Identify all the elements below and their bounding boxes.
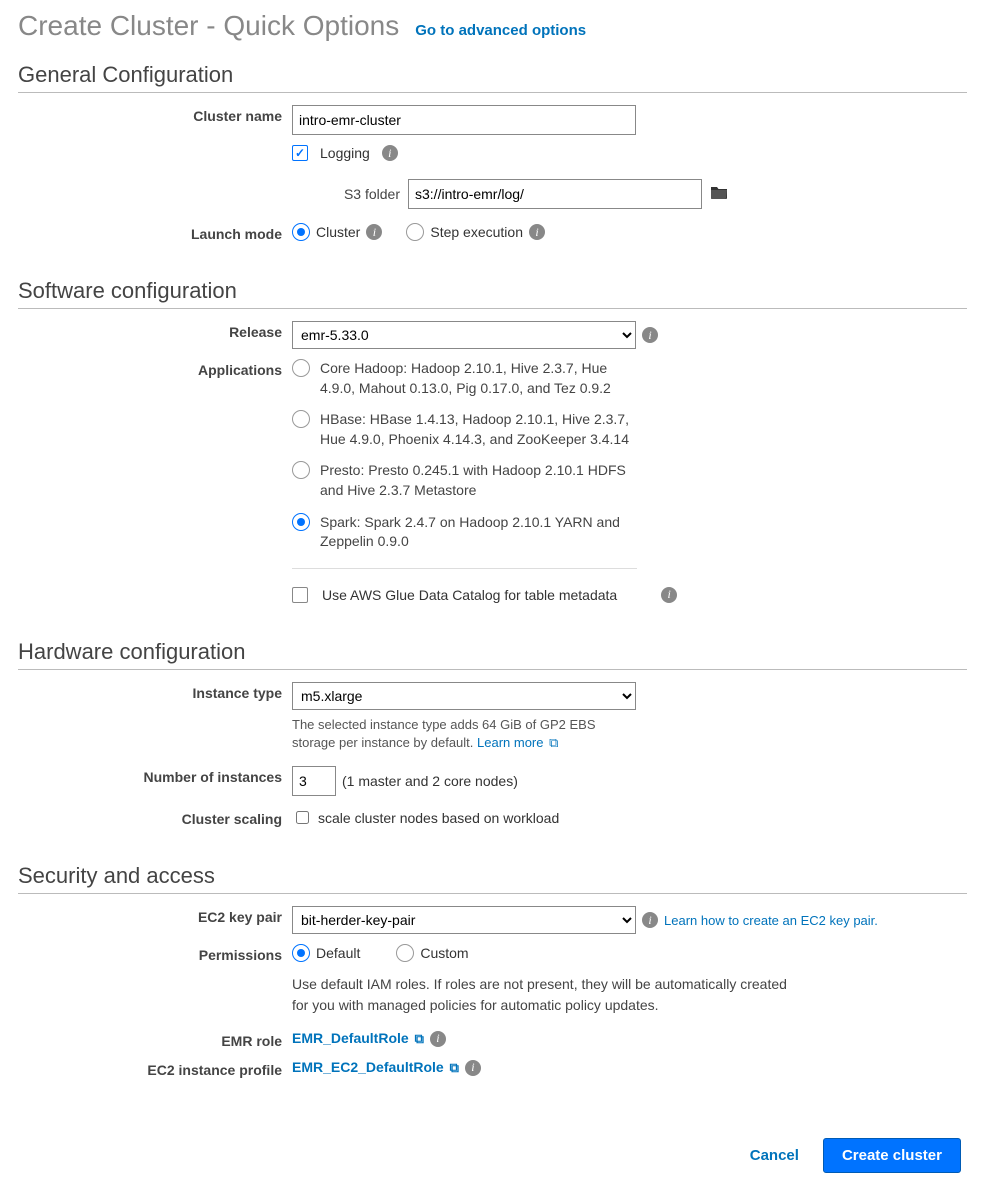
instance-type-hint: The selected instance type adds 64 GiB o… xyxy=(292,716,622,752)
ec2-profile-label: EC2 instance profile xyxy=(18,1059,292,1078)
release-select[interactable]: emr-5.33.0 xyxy=(292,321,636,349)
launch-mode-label: Launch mode xyxy=(18,223,292,242)
permissions-desc: Use default IAM roles. If roles are not … xyxy=(292,974,792,1016)
section-security: Security and access xyxy=(18,863,967,894)
section-hardware: Hardware configuration xyxy=(18,639,967,670)
info-icon[interactable]: i xyxy=(382,145,398,161)
s3-folder-input[interactable] xyxy=(408,179,702,209)
cancel-button[interactable]: Cancel xyxy=(750,1147,799,1164)
app-spark-text: Spark: Spark 2.4.7 on Hadoop 2.10.1 YARN… xyxy=(320,513,637,552)
cluster-name-label: Cluster name xyxy=(18,105,292,124)
cluster-name-input[interactable] xyxy=(292,105,636,135)
app-core-text: Core Hadoop: Hadoop 2.10.1, Hive 2.3.7, … xyxy=(320,359,637,398)
release-label: Release xyxy=(18,321,292,340)
num-instances-desc: (1 master and 2 core nodes) xyxy=(342,773,518,789)
ec2-profile-link[interactable]: EMR_EC2_DefaultRole ⧉ xyxy=(292,1059,459,1076)
app-presto-text: Presto: Presto 0.245.1 with Hadoop 2.10.… xyxy=(320,461,637,500)
scaling-option-text: scale cluster nodes based on workload xyxy=(318,810,559,826)
info-icon[interactable]: i xyxy=(529,224,545,240)
launch-mode-cluster-radio[interactable] xyxy=(292,223,310,241)
glue-label: Use AWS Glue Data Catalog for table meta… xyxy=(322,587,617,603)
launch-mode-step-radio[interactable] xyxy=(406,223,424,241)
section-general: General Configuration xyxy=(18,62,967,93)
external-icon: ⧉ xyxy=(450,1060,459,1075)
info-icon[interactable]: i xyxy=(430,1031,446,1047)
s3-folder-label: S3 folder xyxy=(316,186,400,202)
info-icon[interactable]: i xyxy=(661,587,677,603)
app-core-radio[interactable] xyxy=(292,359,310,377)
info-icon[interactable]: i xyxy=(465,1060,481,1076)
info-icon[interactable]: i xyxy=(642,327,658,343)
app-hbase-text: HBase: HBase 1.4.13, Hadoop 2.10.1, Hive… xyxy=(320,410,637,449)
instance-type-select[interactable]: m5.xlarge xyxy=(292,682,636,710)
key-pair-select[interactable]: bit-herder-key-pair xyxy=(292,906,636,934)
create-cluster-button[interactable]: Create cluster xyxy=(823,1138,961,1173)
external-icon: ⧉ xyxy=(415,1031,424,1046)
instance-type-label: Instance type xyxy=(18,682,292,701)
emr-role-link[interactable]: EMR_DefaultRole ⧉ xyxy=(292,1030,424,1047)
applications-label: Applications xyxy=(18,359,292,378)
section-software: Software configuration xyxy=(18,278,967,309)
page-title: Create Cluster - Quick Options xyxy=(18,10,399,42)
num-instances-label: Number of instances xyxy=(18,766,292,785)
app-spark-radio[interactable] xyxy=(292,513,310,531)
launch-mode-cluster-text: Cluster xyxy=(316,224,360,240)
permissions-label: Permissions xyxy=(18,944,292,963)
key-pair-hint-link[interactable]: Learn how to create an EC2 key pair. xyxy=(664,913,878,928)
launch-mode-step-text: Step execution xyxy=(430,224,523,240)
info-icon[interactable]: i xyxy=(642,912,658,928)
emr-role-label: EMR role xyxy=(18,1030,292,1049)
app-hbase-radio[interactable] xyxy=(292,410,310,428)
perm-custom-radio[interactable] xyxy=(396,944,414,962)
logging-checkbox[interactable] xyxy=(292,145,308,161)
perm-default-text: Default xyxy=(316,945,360,961)
app-presto-radio[interactable] xyxy=(292,461,310,479)
key-pair-label: EC2 key pair xyxy=(18,906,292,925)
logging-label: Logging xyxy=(320,145,370,161)
advanced-options-link[interactable]: Go to advanced options xyxy=(415,22,586,39)
scaling-checkbox[interactable] xyxy=(296,811,309,824)
info-icon[interactable]: i xyxy=(366,224,382,240)
perm-default-radio[interactable] xyxy=(292,944,310,962)
learn-more-link[interactable]: Learn more ⧉ xyxy=(477,735,558,750)
cluster-scaling-label: Cluster scaling xyxy=(18,808,292,827)
glue-checkbox[interactable] xyxy=(292,587,308,603)
num-instances-input[interactable] xyxy=(292,766,336,796)
perm-custom-text: Custom xyxy=(420,945,468,961)
external-icon: ⧉ xyxy=(549,735,558,750)
folder-icon[interactable] xyxy=(710,185,728,204)
